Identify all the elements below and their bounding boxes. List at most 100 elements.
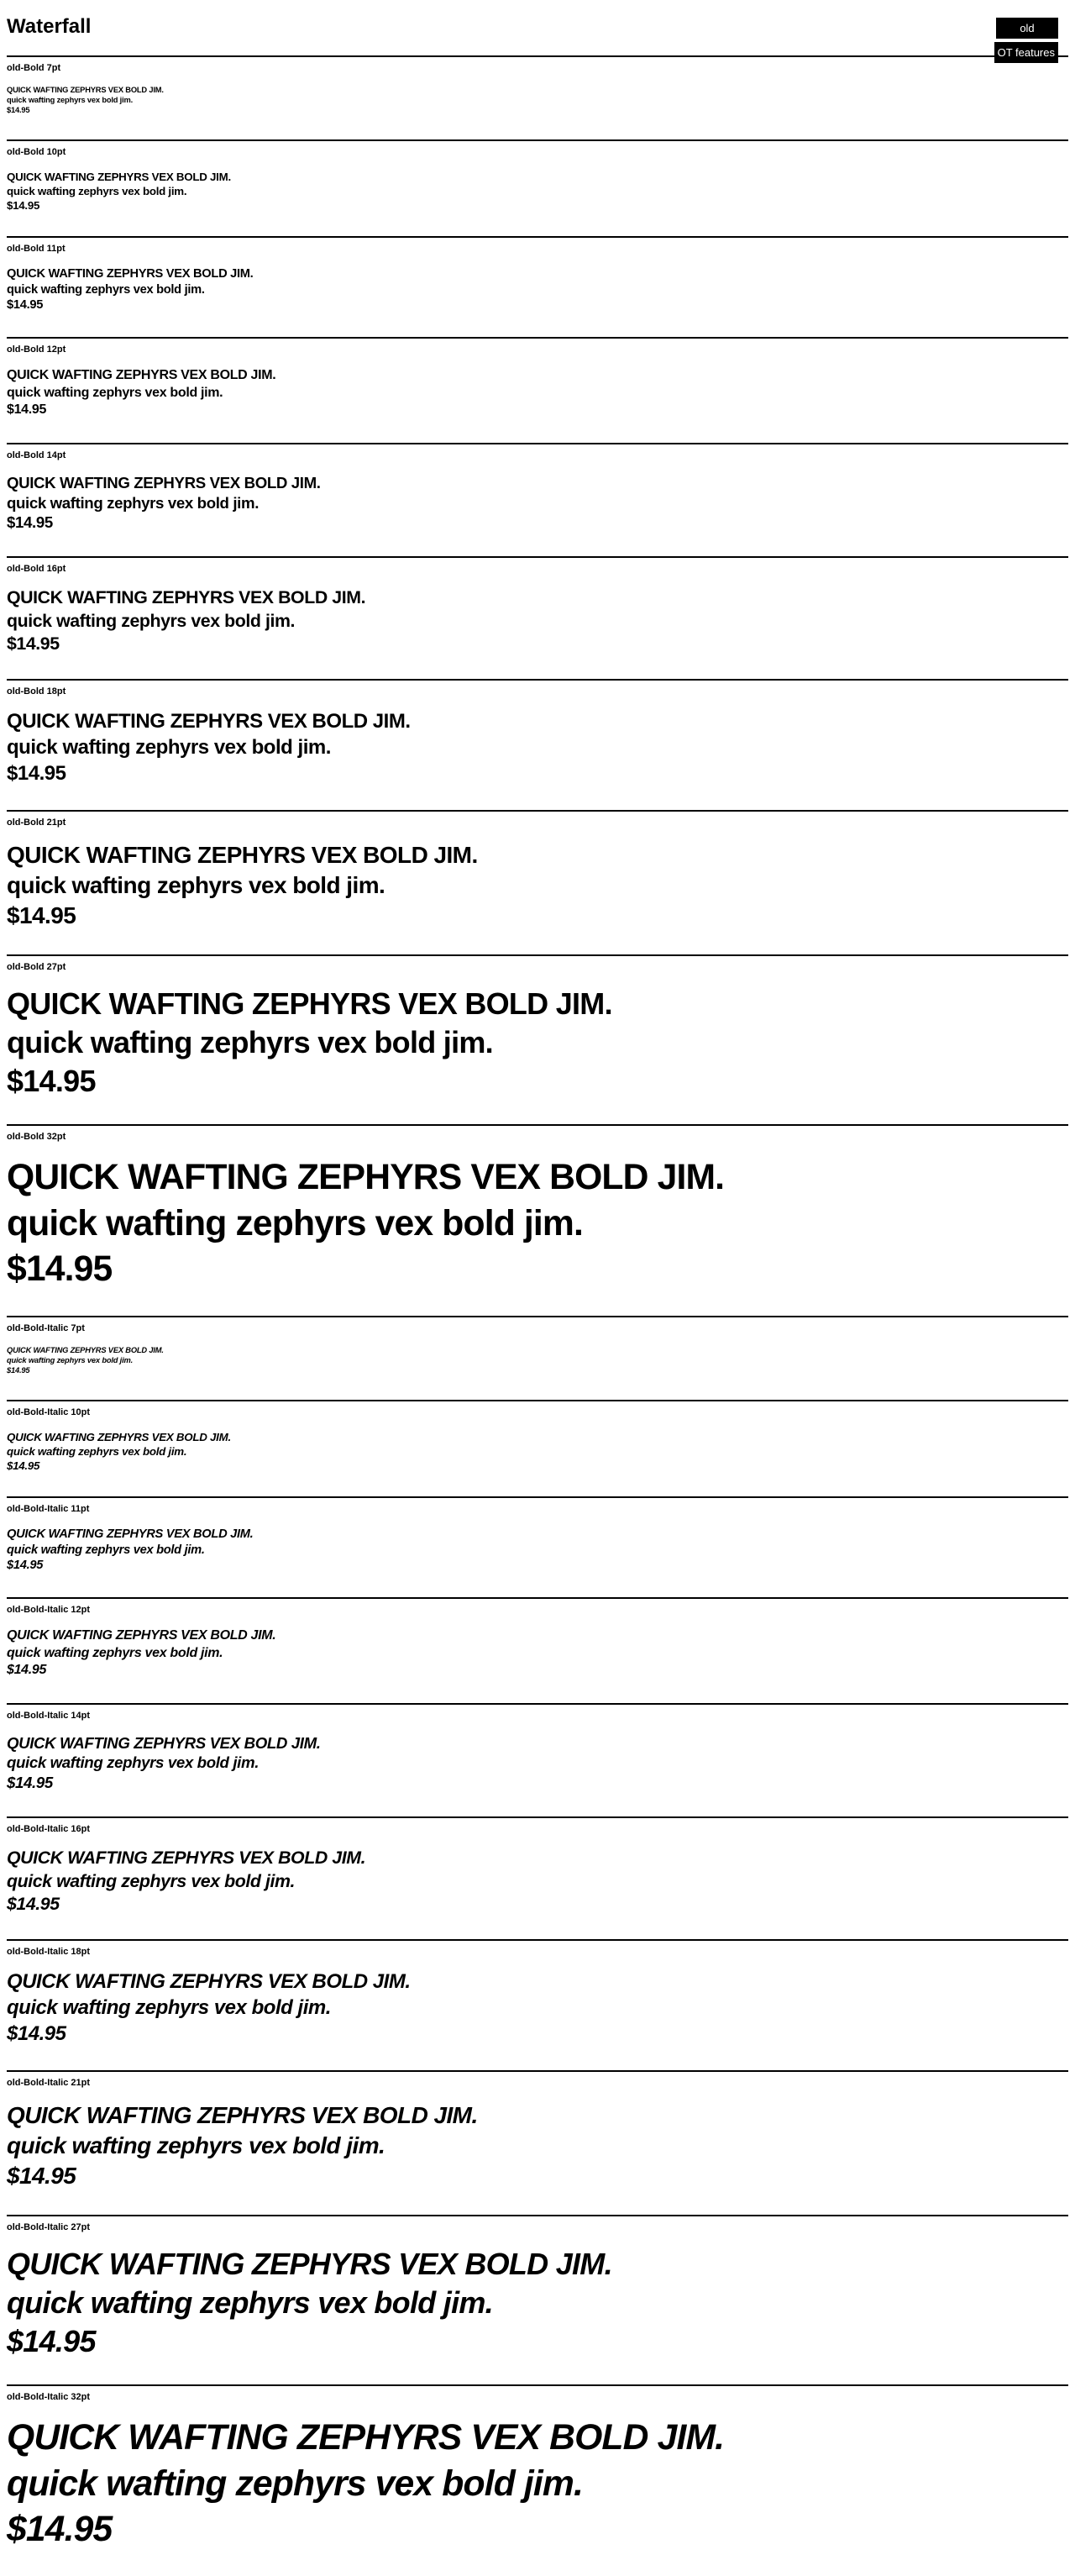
- sample-lowercase: quick wafting zephyrs vex bold jim.: [7, 2132, 385, 2159]
- sample-uppercase: QUICK WAFTING ZEPHYRS VEX BOLD JIM.: [7, 1430, 231, 1443]
- sample-price: $14.95: [7, 1893, 60, 1914]
- waterfall-section: old-Bold-Italic 12pt QUICK WAFTING ZEPHYR…: [7, 1597, 1068, 1702]
- sample-uppercase: QUICK WAFTING ZEPHYRS VEX BOLD JIM.: [7, 368, 276, 383]
- waterfall-section: old-Bold-Italic 21pt QUICK WAFTING ZEPHYR…: [7, 2070, 1068, 2214]
- waterfall-section: old-Bold-Italic 14pt QUICK WAFTING ZEPHYR…: [7, 1702, 1068, 1817]
- font-select-button[interactable]: old: [996, 18, 1058, 39]
- sample-lowercase: quick wafting zephyrs vex bold jim.: [7, 610, 295, 631]
- sample-lowercase: quick wafting zephyrs vex bold jim.: [7, 1355, 134, 1364]
- sample-uppercase: QUICK WAFTING ZEPHYRS VEX BOLD JIM.: [7, 710, 411, 733]
- sample-uppercase: QUICK WAFTING ZEPHYRS VEX BOLD JIM.: [7, 2246, 613, 2281]
- sample-price: $14.95: [7, 198, 40, 212]
- section-label: old-Bold-Italic 18pt: [7, 1947, 90, 1958]
- sample-price: $14.95: [7, 298, 44, 313]
- sample-uppercase: QUICK WAFTING ZEPHYRS VEX BOLD JIM.: [7, 170, 231, 183]
- section-label: old-Bold-Italic 14pt: [7, 1710, 90, 1721]
- sample-price: $14.95: [7, 1064, 97, 1099]
- sample-lowercase: quick wafting zephyrs vex bold jim.: [7, 493, 260, 512]
- type-sample: QUICK WAFTING ZEPHYRS VEX BOLD JIM. quick…: [7, 1527, 1068, 1574]
- section-label: old-Bold-Italic 10pt: [7, 1406, 90, 1417]
- type-sample: QUICK WAFTING ZEPHYRS VEX BOLD JIM. quick…: [7, 367, 1068, 418]
- type-sample: QUICK WAFTING ZEPHYRS VEX BOLD JIM. quick…: [7, 1430, 1068, 1473]
- type-sample: QUICK WAFTING ZEPHYRS VEX BOLD JIM. quick…: [7, 86, 1068, 116]
- section-label: old-Bold-Italic 21pt: [7, 2078, 90, 2089]
- type-sample: QUICK WAFTING ZEPHYRS VEX BOLD JIM. quick…: [7, 709, 1068, 786]
- sample-lowercase: quick wafting zephyrs vex bold jim.: [7, 2284, 494, 2320]
- sample-uppercase: QUICK WAFTING ZEPHYRS VEX BOLD JIM.: [7, 1970, 411, 1994]
- sample-uppercase: QUICK WAFTING ZEPHYRS VEX BOLD JIM.: [7, 2417, 725, 2458]
- section-label: old-Bold 18pt: [7, 686, 66, 697]
- sample-lowercase: quick wafting zephyrs vex bold jim.: [7, 1202, 584, 1243]
- type-sample: QUICK WAFTING ZEPHYRS VEX BOLD JIM. quick…: [7, 2100, 1068, 2190]
- waterfall-section: old-Bold-Italic 27pt QUICK WAFTING ZEPHYR…: [7, 2214, 1068, 2384]
- sample-lowercase: quick wafting zephyrs vex bold jim.: [7, 1645, 223, 1660]
- sample-price: $14.95: [7, 1774, 53, 1792]
- ot-features-button[interactable]: OT features: [994, 42, 1058, 63]
- type-sample: QUICK WAFTING ZEPHYRS VEX BOLD JIM. quick…: [7, 1847, 1068, 1916]
- sample-lowercase: quick wafting zephyrs vex bold jim.: [7, 2463, 584, 2504]
- section-label: old-Bold 11pt: [7, 243, 66, 254]
- sample-uppercase: QUICK WAFTING ZEPHYRS VEX BOLD JIM.: [7, 1527, 254, 1541]
- type-sample: QUICK WAFTING ZEPHYRS VEX BOLD JIM. quick…: [7, 1346, 1068, 1376]
- section-label: old-Bold 10pt: [7, 146, 66, 157]
- type-sample: QUICK WAFTING ZEPHYRS VEX BOLD JIM. quick…: [7, 2245, 1068, 2361]
- sample-uppercase: QUICK WAFTING ZEPHYRS VEX BOLD JIM.: [7, 1157, 725, 1198]
- section-label: old-Bold 14pt: [7, 449, 66, 460]
- sample-uppercase: QUICK WAFTING ZEPHYRS VEX BOLD JIM.: [7, 587, 366, 608]
- sample-lowercase: quick wafting zephyrs vex bold jim.: [7, 1753, 260, 1772]
- sample-uppercase: QUICK WAFTING ZEPHYRS VEX BOLD JIM.: [7, 1345, 164, 1354]
- waterfall-section: old-Bold-Italic 18pt QUICK WAFTING ZEPHYR…: [7, 1939, 1068, 2070]
- sample-uppercase: QUICK WAFTING ZEPHYRS VEX BOLD JIM.: [7, 473, 321, 492]
- waterfall-section: old-Bold 32pt QUICK WAFTING ZEPHYRS VEX B…: [7, 1124, 1068, 1316]
- waterfall-section: old-Bold 10pt QUICK WAFTING ZEPHYRS VEX B…: [7, 139, 1068, 236]
- waterfall-section: old-Bold-Italic 10pt QUICK WAFTING ZEPHYR…: [7, 1399, 1068, 1496]
- sample-price: $14.95: [7, 105, 30, 114]
- controls: old OT features: [994, 18, 1058, 63]
- sample-price: $14.95: [7, 2162, 76, 2189]
- sample-lowercase: quick wafting zephyrs vex bold jim.: [7, 735, 331, 759]
- waterfall-section: old-Bold 14pt QUICK WAFTING ZEPHYRS VEX B…: [7, 442, 1068, 557]
- sample-lowercase: quick wafting zephyrs vex bold jim.: [7, 1870, 295, 1891]
- waterfall-section: old-Bold 11pt QUICK WAFTING ZEPHYRS VEX B…: [7, 235, 1068, 337]
- section-label: old-Bold-Italic 12pt: [7, 1605, 90, 1616]
- sample-lowercase: quick wafting zephyrs vex bold jim.: [7, 872, 385, 899]
- sample-uppercase: QUICK WAFTING ZEPHYRS VEX BOLD JIM.: [7, 2102, 478, 2129]
- sample-lowercase: quick wafting zephyrs vex bold jim.: [7, 1024, 494, 1059]
- section-label: old-Bold 12pt: [7, 344, 66, 355]
- type-sample: QUICK WAFTING ZEPHYRS VEX BOLD JIM. quick…: [7, 586, 1068, 655]
- sample-price: $14.95: [7, 1559, 44, 1573]
- page-title: Waterfall: [7, 15, 92, 38]
- waterfall-section: old-Bold 7pt QUICK WAFTING ZEPHYRS VEX BO…: [7, 55, 1068, 139]
- type-sample: QUICK WAFTING ZEPHYRS VEX BOLD JIM. quick…: [7, 2415, 1068, 2552]
- waterfall-section: old-Bold 12pt QUICK WAFTING ZEPHYRS VEX B…: [7, 337, 1068, 442]
- sample-lowercase: quick wafting zephyrs vex bold jim.: [7, 282, 205, 297]
- sample-lowercase: quick wafting zephyrs vex bold jim.: [7, 1444, 187, 1458]
- section-label: old-Bold 32pt: [7, 1132, 66, 1143]
- sample-price: $14.95: [7, 1663, 47, 1678]
- sample-lowercase: quick wafting zephyrs vex bold jim.: [7, 1995, 331, 2019]
- sample-price: $14.95: [7, 1365, 30, 1375]
- type-sample: QUICK WAFTING ZEPHYRS VEX BOLD JIM. quick…: [7, 266, 1068, 313]
- section-label: old-Bold 16pt: [7, 564, 66, 575]
- sample-price: $14.95: [7, 761, 66, 785]
- section-label: old-Bold 21pt: [7, 817, 66, 828]
- section-label: old-Bold-Italic 16pt: [7, 1824, 90, 1835]
- type-sample: QUICK WAFTING ZEPHYRS VEX BOLD JIM. quick…: [7, 840, 1068, 930]
- sample-uppercase: QUICK WAFTING ZEPHYRS VEX BOLD JIM.: [7, 1628, 276, 1643]
- type-sample: QUICK WAFTING ZEPHYRS VEX BOLD JIM. quick…: [7, 473, 1068, 534]
- type-sample: QUICK WAFTING ZEPHYRS VEX BOLD JIM. quick…: [7, 1969, 1068, 2047]
- type-sample: QUICK WAFTING ZEPHYRS VEX BOLD JIM. quick…: [7, 170, 1068, 213]
- sample-price: $14.95: [7, 902, 76, 929]
- waterfall-section: old-Bold-Italic 11pt QUICK WAFTING ZEPHYR…: [7, 1496, 1068, 1597]
- sample-uppercase: QUICK WAFTING ZEPHYRS VEX BOLD JIM.: [7, 86, 164, 94]
- sample-price: $14.95: [7, 2323, 97, 2358]
- type-sample: QUICK WAFTING ZEPHYRS VEX BOLD JIM. quick…: [7, 1627, 1068, 1679]
- waterfall-section: old-Bold 27pt QUICK WAFTING ZEPHYRS VEX B…: [7, 954, 1068, 1124]
- sample-price: $14.95: [7, 513, 53, 532]
- section-label: old-Bold-Italic 32pt: [7, 2392, 90, 2403]
- sample-price: $14.95: [7, 402, 47, 418]
- sample-uppercase: QUICK WAFTING ZEPHYRS VEX BOLD JIM.: [7, 986, 613, 1021]
- sample-price: $14.95: [7, 633, 60, 654]
- type-sample: QUICK WAFTING ZEPHYRS VEX BOLD JIM. quick…: [7, 1154, 1068, 1292]
- sample-price: $14.95: [7, 1249, 113, 1290]
